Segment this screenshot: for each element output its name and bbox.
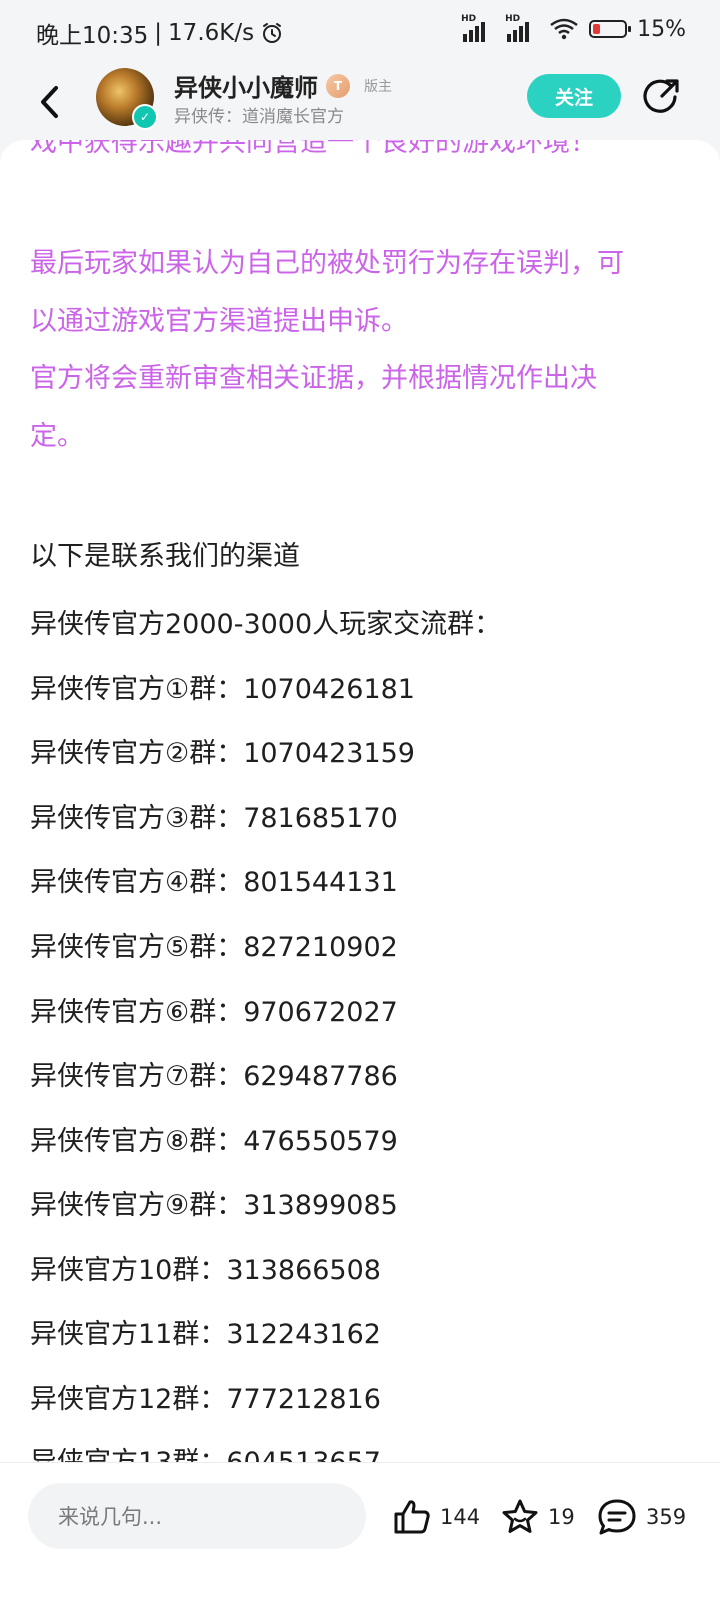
status-divider: | <box>154 20 163 46</box>
wifi-icon <box>550 18 578 40</box>
share-icon <box>643 79 679 113</box>
favorite-count: 19 <box>548 1505 575 1529</box>
contact-heading: 以下是联系我们的渠道 <box>30 541 300 572</box>
bottom-action-bar: 来说几句... 144 19 359 <box>0 1462 720 1601</box>
alarm-icon <box>263 23 282 43</box>
group-item: 异侠传官方②群：1070423159 <box>30 738 415 769</box>
back-button[interactable] <box>30 80 70 124</box>
author-name-row: 异侠小小魔师 T 版主 <box>174 68 392 103</box>
group-item: 异侠传官方⑧群：476550579 <box>30 1126 398 1157</box>
comment-input[interactable]: 来说几句... <box>28 1483 366 1549</box>
role-tag: 版主 <box>364 78 392 95</box>
post-text-line: 定。 <box>30 421 84 452</box>
group-item: 异侠官方13群：604513657 <box>30 1446 381 1462</box>
group-item: 异侠传官方⑥群：970672027 <box>30 997 398 1028</box>
comment-icon <box>598 1499 636 1535</box>
comment-count: 359 <box>646 1505 687 1529</box>
group-item: 异侠传官方④群：801544131 <box>30 867 398 898</box>
signal-icon-2: HD <box>505 14 539 42</box>
thumbs-up-icon <box>394 1500 430 1534</box>
battery-icon <box>589 20 632 38</box>
chevron-left-icon <box>41 86 58 118</box>
like-button[interactable]: 144 <box>392 1497 480 1537</box>
post-text-line: 最后玩家如果认为自己的被处罚行为存在误判，可 <box>30 248 624 279</box>
group-item: 异侠传官方⑦群：629487786 <box>30 1061 398 1092</box>
verified-icon: ✓ <box>132 104 158 130</box>
author-name[interactable]: 异侠小小魔师 <box>174 68 318 103</box>
post-text-line: 以通过游戏官方渠道提出申诉。 <box>30 306 408 337</box>
share-button[interactable] <box>640 76 680 116</box>
status-speed: 17.6K/s <box>168 20 255 46</box>
favorite-button[interactable]: 19 <box>500 1497 575 1537</box>
group-item: 异侠传官方⑤群：827210902 <box>30 932 398 963</box>
star-icon <box>502 1499 538 1533</box>
follow-button[interactable]: 关注 <box>527 74 621 118</box>
signal-icon-1: HD <box>461 14 495 42</box>
level-badge-icon: T <box>326 73 350 98</box>
group-item: 异侠官方11群：312243162 <box>30 1319 381 1350</box>
group-item: 异侠传官方⑨群：313899085 <box>30 1190 398 1221</box>
status-time: 晚上10:35 <box>36 23 149 49</box>
like-count: 144 <box>440 1505 481 1529</box>
comment-button[interactable]: 359 <box>596 1497 686 1537</box>
post-text-clipped: 戏中获得乐趣并共同营造一个良好的游戏环境！ <box>30 140 597 158</box>
group-item: 异侠传官方①群：1070426181 <box>30 674 415 705</box>
group-item: 异侠官方10群：313866508 <box>30 1255 381 1286</box>
post-header: ✓ 异侠小小魔师 T 版主 异侠传：道消魔长官方 关注 <box>0 62 720 144</box>
status-right: HD HD 15% <box>461 14 686 42</box>
battery-percent: 15% <box>637 16 686 42</box>
status-bar: 晚上10:35 | 17.6K/s HD HD 15% <box>0 0 720 62</box>
group-intro: 异侠传官方2000-3000人玩家交流群： <box>30 609 502 640</box>
post-text-line: 官方将会重新审查相关证据，并根据情况作出决 <box>30 363 597 394</box>
group-item: 异侠传官方③群：781685170 <box>30 803 398 834</box>
post-content: 戏中获得乐趣并共同营造一个良好的游戏环境！ 最后玩家如果认为自己的被处罚行为存在… <box>0 140 720 1462</box>
group-item: 异侠官方12群：777212816 <box>30 1384 381 1415</box>
author-subtitle: 异侠传：道消魔长官方 <box>174 107 344 127</box>
status-left: 晚上10:35 | 17.6K/s <box>36 16 284 50</box>
